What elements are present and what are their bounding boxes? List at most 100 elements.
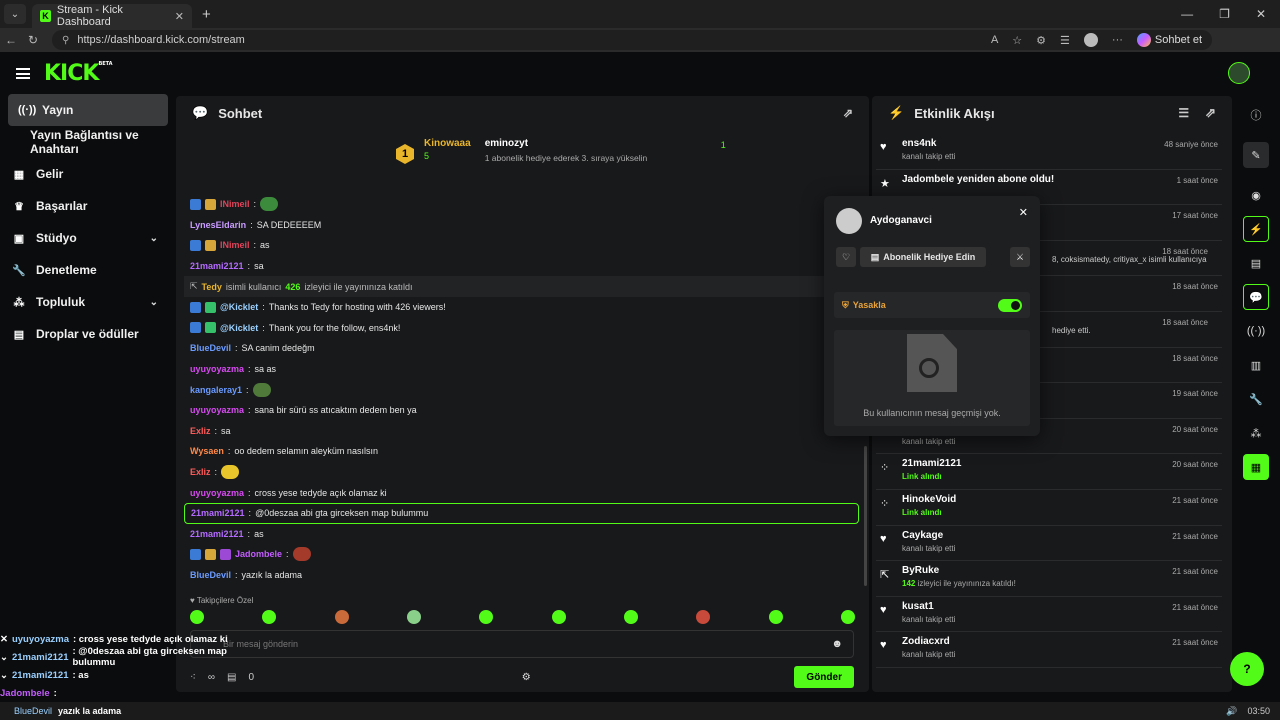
send-button[interactable]: Gönder bbox=[794, 666, 854, 688]
volume-icon[interactable]: 🔊 bbox=[1226, 706, 1237, 717]
emote-icon[interactable] bbox=[334, 610, 349, 624]
activity-user[interactable]: ByRuke bbox=[902, 565, 1016, 576]
chat-username[interactable]: 21mami2121 bbox=[190, 261, 244, 271]
follow-heart-button[interactable]: ♡ bbox=[836, 247, 856, 267]
settings-gear-icon[interactable]: ⚙ bbox=[522, 672, 531, 683]
more-icon[interactable]: ··· bbox=[1112, 34, 1123, 46]
chat-username[interactable]: BlueDevil bbox=[190, 343, 231, 353]
notes-icon[interactable]: ▤ bbox=[1243, 250, 1269, 276]
emote-icon[interactable] bbox=[479, 610, 494, 624]
chat-username[interactable]: Wysaen bbox=[190, 446, 224, 456]
new-tab-button[interactable]: + bbox=[202, 6, 211, 23]
tab-close-icon[interactable]: ✕ bbox=[175, 10, 184, 23]
reload-icon[interactable]: ↻ bbox=[22, 33, 44, 47]
emote-icon[interactable] bbox=[840, 610, 855, 624]
broadcast-icon[interactable]: ((·)) bbox=[1243, 318, 1269, 344]
gift-sub-button[interactable]: ▤ Abonelik Hediye Edin bbox=[860, 247, 986, 267]
help-button[interactable]: ? bbox=[1230, 652, 1264, 686]
chat-username[interactable]: kangaleray1 bbox=[190, 385, 242, 395]
user-avatar[interactable] bbox=[1228, 62, 1250, 84]
chat-username[interactable]: INimeil bbox=[220, 240, 250, 250]
emote-icon[interactable] bbox=[406, 610, 421, 624]
chat-username[interactable]: Jadombele bbox=[235, 549, 282, 559]
clock-time[interactable]: 03:50 bbox=[1247, 706, 1270, 717]
close-icon[interactable]: ✕ bbox=[1019, 206, 1028, 219]
extensions-icon[interactable]: ⚙ bbox=[1036, 34, 1046, 47]
back-icon[interactable]: ← bbox=[0, 33, 22, 47]
chat-username[interactable]: Tedy bbox=[202, 282, 222, 292]
emote-icon[interactable] bbox=[768, 610, 783, 624]
emote-icon[interactable] bbox=[696, 610, 711, 624]
activity-user[interactable]: kusat1 bbox=[902, 601, 955, 612]
chat-username[interactable]: uyuyoyazma bbox=[190, 405, 244, 415]
emote-icon[interactable] bbox=[623, 610, 638, 624]
favorite-star-icon[interactable]: ☆ bbox=[1012, 34, 1022, 47]
collections-icon[interactable]: ☰ bbox=[1060, 34, 1070, 47]
sidebar-item-basarilar[interactable]: ♛ Başarılar bbox=[0, 190, 174, 222]
mod-sword-button[interactable]: ⚔ bbox=[1010, 247, 1030, 267]
popout-icon[interactable]: ⇗ bbox=[1205, 105, 1216, 121]
activity-user[interactable]: ens4nk bbox=[902, 138, 955, 149]
chat-text: SA DEDEEEEM bbox=[256, 219, 322, 230]
chevron-down-icon[interactable]: ⌄ bbox=[150, 297, 158, 308]
chat-toggle-icon[interactable]: 💬 bbox=[1243, 284, 1269, 310]
activity-user[interactable]: Caykage bbox=[902, 530, 955, 541]
emote-icon[interactable] bbox=[190, 610, 204, 624]
sidebar-item-topluluk[interactable]: ⁂ Topluluk ⌄ bbox=[0, 286, 174, 318]
site-info-icon[interactable]: ⚲ bbox=[62, 35, 69, 46]
chat-username[interactable]: Exliz bbox=[190, 426, 211, 436]
clapper-icon[interactable]: ▦ bbox=[1243, 454, 1269, 480]
chat-username[interactable]: Exliz bbox=[190, 467, 211, 477]
sidebar-item-droplar[interactable]: ▤ Droplar ve ödüller bbox=[0, 318, 174, 350]
tab-menu-button[interactable]: ⌄ bbox=[4, 4, 26, 24]
menu-icon[interactable] bbox=[16, 67, 30, 79]
wrench-icon[interactable]: 🔧 bbox=[1243, 386, 1269, 412]
chat-username[interactable]: BlueDevil bbox=[190, 570, 231, 580]
read-aloud-icon[interactable]: A bbox=[991, 34, 998, 46]
community-icon[interactable]: ⁂ bbox=[1243, 420, 1269, 446]
browser-tab[interactable]: K Stream - Kick Dashboard ✕ bbox=[32, 4, 192, 28]
maximize-button[interactable]: ❐ bbox=[1219, 7, 1230, 21]
sidebar-item-studyo[interactable]: ▣ Stüdyo ⌄ bbox=[0, 222, 174, 254]
popout-icon[interactable]: ⇗ bbox=[843, 106, 853, 120]
kick-logo[interactable]: KICKBETA bbox=[44, 61, 113, 86]
ban-toggle[interactable] bbox=[998, 298, 1022, 312]
chevron-down-icon[interactable]: ⌄ bbox=[150, 233, 158, 244]
filter-icon[interactable]: ☰ bbox=[1178, 106, 1189, 120]
activity-user[interactable]: Zodiacxrd bbox=[902, 636, 955, 647]
info-icon[interactable]: ⓘ bbox=[1243, 102, 1269, 128]
chat-input[interactable]: Bir mesaj gönderin ☻ bbox=[190, 630, 854, 658]
chat-scrollbar[interactable] bbox=[864, 446, 867, 586]
chat-username[interactable]: uyuyoyazma bbox=[190, 488, 244, 498]
sidebar-item-denetleme[interactable]: 🔧 Denetleme bbox=[0, 254, 174, 286]
activity-toggle-icon[interactable]: ⚡ bbox=[1243, 216, 1269, 242]
url-bar[interactable]: ⚲ https://dashboard.kick.com/stream A ☆ … bbox=[52, 30, 1212, 50]
emoji-picker-icon[interactable]: ☻ bbox=[831, 638, 843, 650]
chat-username[interactable]: LynesEldarin bbox=[190, 220, 246, 230]
minimize-button[interactable]: — bbox=[1181, 7, 1193, 21]
chat-username[interactable]: 21mami2121 bbox=[191, 508, 245, 518]
sidebar-item-gelir[interactable]: ▦ Gelir bbox=[0, 158, 174, 190]
close-window-button[interactable]: ✕ bbox=[1256, 7, 1266, 21]
beta-label: BETA bbox=[98, 60, 113, 67]
chat-username[interactable]: uyuyoyazma bbox=[190, 364, 244, 374]
copilot-button[interactable]: Sohbet et bbox=[1136, 33, 1202, 47]
chat-username[interactable]: INimeil bbox=[220, 199, 250, 209]
emote-icon[interactable] bbox=[262, 610, 277, 624]
chat-username[interactable]: @Kicklet bbox=[220, 323, 258, 333]
gifter-name[interactable]: eminozyt bbox=[485, 138, 648, 149]
sidebar-item-yayin[interactable]: ((·)) Yayın bbox=[8, 94, 168, 126]
chat-username[interactable]: @Kicklet bbox=[220, 302, 258, 312]
chat-username[interactable]: 21mami2121 bbox=[190, 529, 244, 539]
activity-user[interactable]: 21mami2121 bbox=[902, 458, 962, 469]
top-gifter-name[interactable]: Kinowaaa bbox=[424, 138, 471, 149]
activity-user[interactable]: HinokeVoid bbox=[902, 494, 956, 505]
sidebar-item-stream-key[interactable]: Yayın Bağlantısı ve Anahtarı bbox=[0, 126, 174, 158]
emote-icon[interactable] bbox=[551, 610, 566, 624]
activity-user[interactable]: Jadombele yeniden abone oldu! bbox=[902, 174, 1054, 185]
edit-icon[interactable]: ✎ bbox=[1243, 142, 1269, 168]
popup-username[interactable]: Aydoganavci bbox=[870, 215, 932, 226]
camera-icon[interactable]: ◉ bbox=[1243, 182, 1269, 208]
profile-avatar[interactable] bbox=[1083, 33, 1098, 47]
layout-icon[interactable]: ▥ bbox=[1243, 352, 1269, 378]
